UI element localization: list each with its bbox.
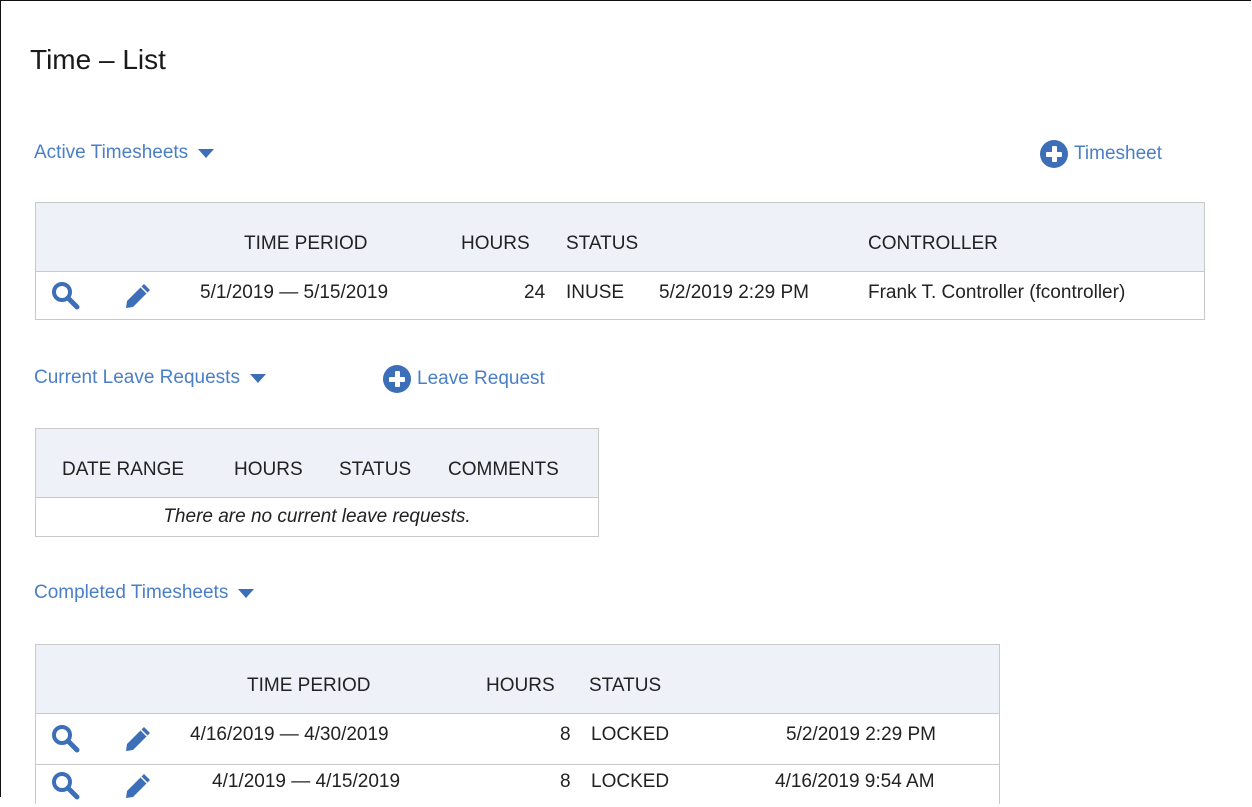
empty-row: There are no current leave requests. [36, 498, 598, 537]
table-header: TIME PERIOD HOURS STATUS CONTROLLER [36, 203, 1204, 272]
completed-timesheets-label: Completed Timesheets [34, 582, 229, 603]
completed-timesheets-table: TIME PERIOD HOURS STATUS 4/16/2019 — 4/3… [35, 644, 1000, 804]
magnifier-icon[interactable] [50, 723, 82, 760]
period-cell: 5/1/2019 — 5/15/2019 [200, 282, 389, 303]
header-time-period: TIME PERIOD [247, 675, 371, 696]
header-status: STATUS [589, 675, 662, 696]
add-leave-request-label: Leave Request [417, 368, 545, 389]
active-timesheets-toggle[interactable]: Active Timesheets [34, 142, 215, 164]
status-cell: INUSE [566, 282, 625, 303]
magnifier-icon[interactable] [50, 280, 82, 317]
leave-requests-label: Current Leave Requests [34, 367, 240, 388]
add-leave-request-button[interactable]: Leave Request [383, 365, 545, 393]
controller-cell: Frank T. Controller (fcontroller) [868, 282, 1126, 303]
period-cell: 4/16/2019 — 4/30/2019 [190, 724, 389, 745]
header-time-period: TIME PERIOD [244, 233, 368, 254]
table-row[interactable]: 4/16/2019 — 4/30/2019 8 LOCKED 5/2/2019 … [36, 714, 999, 765]
active-timesheets-label: Active Timesheets [34, 142, 189, 163]
header-comments: COMMENTS [448, 459, 559, 480]
completed-timesheets-toggle[interactable]: Completed Timesheets [34, 582, 255, 604]
leave-requests-toggle[interactable]: Current Leave Requests [34, 367, 266, 389]
leave-requests-table: DATE RANGE HOURS STATUS COMMENTS There a… [35, 428, 599, 537]
active-timesheets-table: TIME PERIOD HOURS STATUS CONTROLLER 5/1/… [35, 202, 1205, 320]
hours-cell: 24 [524, 282, 546, 303]
page-title: Time – List [30, 44, 166, 75]
caret-down-icon [249, 373, 266, 383]
table-header: TIME PERIOD HOURS STATUS [36, 645, 999, 714]
pencil-icon[interactable] [122, 770, 154, 807]
updated-cell: 5/2/2019 2:29 PM [659, 282, 809, 303]
plus-circle-icon [1040, 140, 1068, 168]
plus-circle-icon [383, 365, 411, 393]
status-cell: LOCKED [591, 724, 670, 745]
updated-cell: 5/2/2019 2:29 PM [786, 724, 936, 745]
header-hours: HOURS [234, 459, 303, 480]
empty-message: There are no current leave requests. [163, 506, 471, 527]
pencil-icon[interactable] [122, 280, 154, 317]
header-hours: HOURS [461, 233, 530, 254]
caret-down-icon [198, 148, 215, 158]
hours-cell: 8 [560, 771, 571, 792]
table-row[interactable]: 4/1/2019 — 4/15/2019 8 LOCKED 4/16/2019 … [36, 765, 999, 807]
hours-cell: 8 [560, 724, 571, 745]
pencil-icon[interactable] [122, 723, 154, 760]
header-status: STATUS [339, 459, 412, 480]
period-cell: 4/1/2019 — 4/15/2019 [212, 771, 401, 792]
add-timesheet-button[interactable]: Timesheet [1040, 140, 1162, 168]
header-hours: HOURS [486, 675, 555, 696]
magnifier-icon[interactable] [50, 770, 82, 807]
caret-down-icon [238, 588, 255, 598]
header-controller: CONTROLLER [868, 233, 998, 254]
header-date-range: DATE RANGE [62, 459, 185, 480]
header-status: STATUS [566, 233, 639, 254]
table-row[interactable]: 5/1/2019 — 5/15/2019 24 INUSE 5/2/2019 2… [36, 272, 1204, 320]
table-header: DATE RANGE HOURS STATUS COMMENTS [36, 429, 598, 498]
status-cell: LOCKED [591, 771, 670, 792]
add-timesheet-label: Timesheet [1074, 143, 1162, 164]
updated-cell: 4/16/2019 9:54 AM [775, 771, 935, 792]
